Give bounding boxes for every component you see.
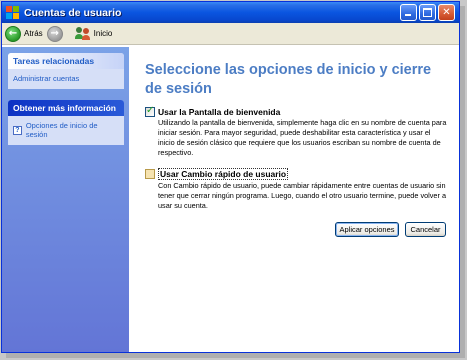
check-icon: ✓ [146,105,155,116]
more-info-panel: Obtener más información ? Opciones de in… [8,100,124,145]
cancel-button[interactable]: Cancelar [405,222,446,237]
title-bar[interactable]: Cuentas de usuario ✕ [2,2,459,23]
link-label: Administrar cuentas [13,74,80,83]
related-tasks-title[interactable]: Tareas relacionadas [8,53,124,69]
back-label: Atrás [24,29,43,38]
option-welcome-screen: ✓ Usar la Pantalla de bienvenida Utiliza… [145,105,447,158]
back-button[interactable]: ← Atrás [5,25,43,42]
welcome-screen-checkbox-row[interactable]: ✓ Usar la Pantalla de bienvenida [145,105,447,117]
apply-options-button[interactable]: Aplicar opciones [335,222,399,237]
link-opciones-inicio-sesion[interactable]: ? Opciones de inicio de sesión [13,121,119,139]
back-arrow-icon: ← [5,25,21,42]
maximize-icon [423,8,432,17]
fast-user-switching-checkbox-row[interactable]: Usar Cambio rápido de usuario [145,168,447,180]
welcome-screen-checkbox[interactable]: ✓ [145,105,155,117]
link-label: Opciones de inicio de sesión [25,121,98,139]
page-title: Seleccione las opciones de inicio y cier… [145,62,432,97]
welcome-screen-label[interactable]: Usar la Pantalla de bienvenida [158,107,280,117]
minimize-button[interactable] [400,4,417,21]
user-accounts-window: Cuentas de usuario ✕ ← Atrás → Inicio Ta… [1,1,460,353]
close-icon: ✕ [442,7,451,18]
main-panel: Seleccione las opciones de inicio y cier… [129,47,459,352]
related-tasks-body: Administrar cuentas [8,69,124,89]
users-icon [74,26,91,41]
link-administrar-cuentas[interactable]: Administrar cuentas [13,74,119,83]
home-button[interactable]: Inicio [67,26,113,41]
toolbar: ← Atrás → Inicio [2,23,459,45]
close-button[interactable]: ✕ [438,4,455,21]
task-pane: Tareas relacionadas Administrar cuentas … [2,47,129,352]
home-label: Inicio [93,29,113,38]
fast-user-switching-label[interactable]: Usar Cambio rápido de usuario [158,168,289,180]
more-info-body: ? Opciones de inicio de sesión [8,116,124,145]
maximize-button[interactable] [419,4,436,21]
welcome-screen-description: Utilizando la pantalla de bienvenida, si… [158,118,447,157]
more-info-title[interactable]: Obtener más información [8,100,124,116]
forward-button[interactable]: → [46,25,63,42]
windows-logo-icon [6,5,20,20]
related-tasks-panel: Tareas relacionadas Administrar cuentas [8,53,124,89]
help-icon: ? [13,125,22,135]
minimize-icon [405,14,411,16]
fast-user-switching-description: Con Cambio rápido de usuario, puede camb… [158,181,446,210]
forward-arrow-icon: → [46,25,63,42]
window-title: Cuentas de usuario [24,6,122,19]
option-fast-user-switching: Usar Cambio rápido de usuario Con Cambio… [145,168,447,211]
content-area: Tareas relacionadas Administrar cuentas … [2,47,459,352]
dialog-buttons: Aplicar opciones Cancelar [329,222,446,237]
fast-user-switching-checkbox[interactable] [145,169,155,179]
